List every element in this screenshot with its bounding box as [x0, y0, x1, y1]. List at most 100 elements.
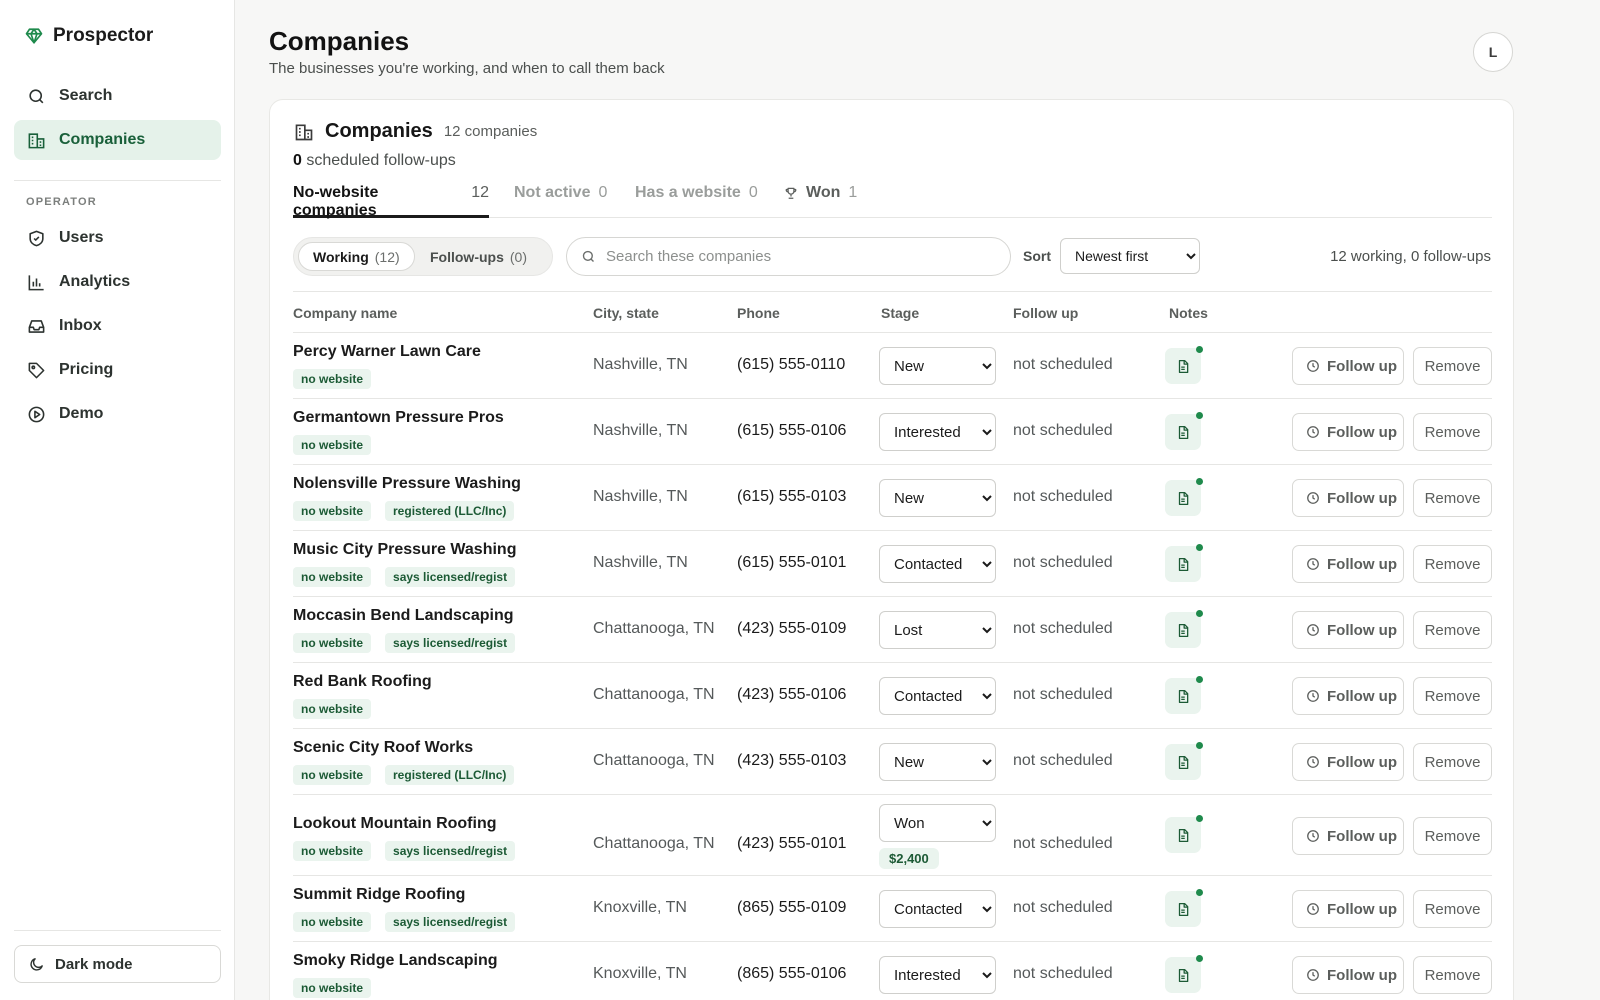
stage-select[interactable]: New [879, 743, 996, 781]
tab-no-website[interactable]: No-website companies 12 [293, 184, 489, 219]
follow-up-button[interactable]: Follow up [1292, 677, 1404, 715]
remove-button[interactable]: Remove [1413, 413, 1492, 451]
remove-button[interactable]: Remove [1413, 479, 1492, 517]
notes-button[interactable] [1165, 412, 1203, 450]
phone-number[interactable]: (423) 555-0103 [737, 752, 846, 770]
badge: no website [293, 841, 372, 861]
company-name[interactable]: Percy Warner Lawn Care [293, 343, 481, 361]
sidebar-item-demo[interactable]: Demo [14, 394, 221, 434]
follow-up-button[interactable]: Follow up [1292, 890, 1404, 928]
phone-number[interactable]: (423) 555-0106 [737, 686, 846, 704]
notes-button[interactable] [1165, 815, 1203, 853]
follow-up-button[interactable]: Follow up [1292, 956, 1404, 994]
table-header: Company name City, state Phone Stage Fol… [293, 291, 1492, 333]
remove-button[interactable]: Remove [1413, 545, 1492, 583]
tab-not-active[interactable]: Not active 0 [514, 184, 607, 218]
follow-up-button[interactable]: Follow up [1292, 817, 1404, 855]
clock-icon [1306, 902, 1320, 916]
clock-icon [1306, 968, 1320, 982]
follow-up-status: not scheduled [1013, 356, 1113, 373]
sidebar-item-search[interactable]: Search [14, 76, 221, 116]
follow-up-button[interactable]: Follow up [1292, 479, 1404, 517]
tab-won[interactable]: Won 1 [784, 184, 857, 218]
city-state: Nashville, TN [593, 488, 688, 505]
phone-number[interactable]: (615) 555-0101 [737, 554, 846, 572]
sidebar-item-inbox[interactable]: Inbox [14, 306, 221, 346]
sidebar-item-pricing[interactable]: Pricing [14, 350, 221, 390]
note-icon [1176, 557, 1190, 572]
remove-button[interactable]: Remove [1413, 817, 1492, 855]
scheduled-count: 0 [293, 152, 302, 169]
stage-select[interactable]: Interested [879, 956, 996, 994]
company-name[interactable]: Germantown Pressure Pros [293, 409, 504, 427]
stage-select[interactable]: Interested [879, 413, 996, 451]
phone-number[interactable]: (865) 555-0106 [737, 965, 846, 983]
segment-follow-ups[interactable]: Follow-ups (0) [416, 242, 541, 271]
table-row: Moccasin Bend Landscaping no website says… [293, 597, 1492, 663]
stage-select[interactable]: Contacted [879, 545, 996, 583]
notes-button[interactable] [1165, 610, 1203, 648]
table-row: Scenic City Roof Works no website registe… [293, 729, 1492, 795]
phone-number[interactable]: (615) 555-0103 [737, 488, 846, 506]
follow-up-status: not scheduled [1013, 965, 1113, 982]
avatar[interactable]: L [1473, 32, 1513, 72]
follow-up-button[interactable]: Follow up [1292, 347, 1404, 385]
company-name[interactable]: Summit Ridge Roofing [293, 886, 465, 904]
sidebar-item-analytics[interactable]: Analytics [14, 262, 221, 302]
phone-number[interactable]: (865) 555-0109 [737, 899, 846, 917]
remove-button[interactable]: Remove [1413, 743, 1492, 781]
dark-mode-button[interactable]: Dark mode [14, 945, 221, 983]
notes-button[interactable] [1165, 676, 1203, 714]
search-input[interactable] [606, 248, 996, 265]
remove-button[interactable]: Remove [1413, 677, 1492, 715]
company-name[interactable]: Lookout Mountain Roofing [293, 815, 497, 833]
follow-up-status: not scheduled [1013, 554, 1113, 571]
brand[interactable]: Prospector [25, 25, 153, 47]
follow-up-label: Follow up [1327, 423, 1397, 441]
stage-select[interactable]: Contacted [879, 890, 996, 928]
badge-group: no website says licensed/regist [293, 912, 516, 932]
notes-button[interactable] [1165, 742, 1203, 780]
phone-number[interactable]: (423) 555-0101 [737, 835, 846, 853]
remove-button[interactable]: Remove [1413, 956, 1492, 994]
remove-button[interactable]: Remove [1413, 890, 1492, 928]
stage-select[interactable]: Contacted [879, 677, 996, 715]
sidebar-item-companies[interactable]: Companies [14, 120, 221, 160]
tab-has-website[interactable]: Has a website 0 [635, 184, 758, 218]
notes-button[interactable] [1165, 955, 1203, 993]
stage-select[interactable]: Lost [879, 611, 996, 649]
company-name[interactable]: Music City Pressure Washing [293, 541, 516, 559]
company-name[interactable]: Smoky Ridge Landscaping [293, 952, 497, 970]
remove-button[interactable]: Remove [1413, 347, 1492, 385]
phone-number[interactable]: (615) 555-0106 [737, 422, 846, 440]
moon-icon [28, 956, 45, 973]
follow-up-button[interactable]: Follow up [1292, 743, 1404, 781]
badge: says licensed/regist [385, 912, 516, 932]
stage-select[interactable]: New [879, 479, 996, 517]
city-state: Knoxville, TN [593, 965, 687, 982]
notes-button[interactable] [1165, 544, 1203, 582]
follow-up-button[interactable]: Follow up [1292, 545, 1404, 583]
notes-button[interactable] [1165, 478, 1203, 516]
stage-select[interactable]: Won [879, 804, 996, 842]
sidebar-item-label: Companies [59, 131, 146, 148]
remove-button[interactable]: Remove [1413, 611, 1492, 649]
notes-indicator-dot [1196, 478, 1203, 485]
notes-button[interactable] [1165, 889, 1203, 927]
phone-number[interactable]: (615) 555-0110 [737, 356, 845, 374]
company-name[interactable]: Red Bank Roofing [293, 673, 432, 691]
follow-up-button[interactable]: Follow up [1292, 611, 1404, 649]
company-name[interactable]: Nolensville Pressure Washing [293, 475, 521, 493]
segment-working[interactable]: Working (12) [298, 242, 415, 271]
phone-number[interactable]: (423) 555-0109 [737, 620, 846, 638]
company-name[interactable]: Scenic City Roof Works [293, 739, 473, 757]
shield-icon [26, 228, 46, 248]
sidebar-item-users[interactable]: Users [14, 218, 221, 258]
follow-up-button[interactable]: Follow up [1292, 413, 1404, 451]
sort-select[interactable]: Newest first [1060, 238, 1200, 274]
card-header: Companies 12 companies [294, 120, 537, 143]
company-name[interactable]: Moccasin Bend Landscaping [293, 607, 513, 625]
notes-button[interactable] [1165, 346, 1203, 384]
segment-count: (0) [509, 248, 528, 265]
stage-select[interactable]: New [879, 347, 996, 385]
